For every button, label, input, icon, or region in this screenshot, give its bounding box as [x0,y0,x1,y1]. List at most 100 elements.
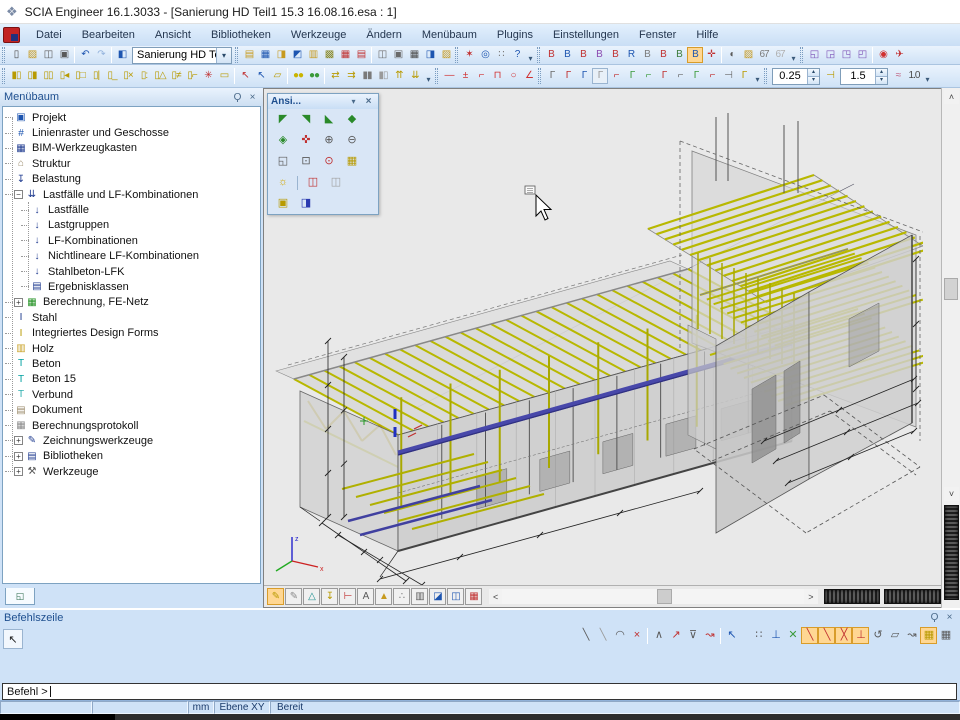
menu-item-men-baum[interactable]: Menübaum [412,26,487,44]
fast-drawing-icon[interactable]: ◪ [429,588,446,605]
close-icon[interactable]: × [362,95,375,108]
save-all-icon[interactable]: ◫ [40,47,56,63]
paste-all-icon[interactable]: ◰ [854,47,870,63]
zoom-all-icon[interactable]: ⊡ [294,152,317,171]
project-settings-icon[interactable]: ▤ [241,47,257,63]
tree-item-ergebnisklassen[interactable]: ▤Ergebnisklassen [5,279,260,294]
tree-item-berechnung-fe-netz[interactable]: +▦Berechnung, FE-Netz [5,295,260,310]
cross-link-icon[interactable]: ▯≠ [168,68,184,84]
ucs-icon[interactable]: ▣ [271,194,294,213]
tree-item-stahl[interactable]: IStahl [5,310,260,325]
status-unit[interactable]: mm [188,701,214,714]
tree-item-projekt[interactable]: ▣Projekt [5,110,260,125]
tree-item-beton[interactable]: TBeton [5,356,260,371]
spin-up-icon[interactable]: ▴ [808,69,819,76]
clipboard-icon[interactable]: ▥ [305,47,321,63]
zoom-out-icon[interactable]: ⊖ [340,131,363,150]
show-model-data-icon[interactable]: ▥ [411,588,428,605]
viewport[interactable]: zx Ansi... ▾ × ◤◥◣◆◈✜⊕⊖◱⊡⊙▦☼◫◫▣◨ ✎✎△↧⊢A▲… [263,88,941,608]
center-icon[interactable]: ✛ [703,47,719,63]
select-cursor-icon[interactable]: ↖ [253,68,269,84]
lower-icon[interactable]: ⇊ [407,68,423,84]
internal-node-icon[interactable]: ✳ [200,68,216,84]
xml-exchange-icon[interactable]: ◨ [273,47,289,63]
tree-item-belastung[interactable]: ↧Belastung [5,172,260,187]
zoom-selection-icon[interactable]: ⊙ [317,152,340,171]
snap-line-icon[interactable]: ╲ [577,627,594,644]
frame-8-icon[interactable]: Γ [656,68,672,84]
column-icon[interactable]: ▯▮ [24,68,40,84]
undo-icon[interactable]: ↶ [77,47,93,63]
snap-tangent-icon[interactable]: ↗ [667,627,684,644]
connect-members-icon[interactable]: ▯× [120,68,136,84]
rotate-wheel-vertical[interactable] [944,505,959,600]
toolbar-grip[interactable] [800,47,803,63]
tree-item-berechnungsprotokoll[interactable]: ▦Berechnungsprotokoll [5,418,260,433]
pointer-mode-button[interactable]: ↖ [3,629,23,649]
snap-orthopoint-icon[interactable]: ⊥ [852,627,869,644]
vertical-scrollbar-thumb[interactable] [944,278,958,300]
hinge-icon[interactable]: ▯: [136,68,152,84]
results-grid-icon[interactable]: ▦ [337,47,353,63]
scroll-up-icon[interactable]: ˄ [944,90,959,104]
activity-clipping-icon[interactable]: B [639,47,655,63]
rib-icon[interactable]: ▯_ [104,68,120,84]
toolbar-grip[interactable] [2,47,5,63]
redo-icon[interactable]: ↷ [93,47,109,63]
fly-mode-icon[interactable]: ✈ [891,47,907,63]
layer-67-icon[interactable]: 67 [756,47,772,63]
tree-item-zeichnungswerkzeuge[interactable]: +✎Zeichnungswerkzeuge [5,433,260,448]
frame-9-icon[interactable]: ⌐ [672,68,688,84]
zoom-wheel-horizontal[interactable] [884,589,941,604]
opening-icon[interactable]: ▯□ [72,68,88,84]
gap-icon[interactable]: ▯⌐ [184,68,200,84]
mesh-icon[interactable]: ▩ [321,47,337,63]
open-file-icon[interactable]: ▨ [24,47,40,63]
frame-10-icon[interactable]: Γ [688,68,704,84]
print-data-icon[interactable]: ▦ [465,588,482,605]
zoom-in-icon[interactable]: ⊕ [317,131,340,150]
camera-icon[interactable]: ◫ [301,173,324,192]
copy-node-icon[interactable]: ⇉ [343,68,359,84]
spinner-arrows[interactable]: ▴▾ [875,69,887,84]
clipping-box-icon[interactable]: ▦ [340,152,363,171]
pin-icon[interactable]: Ϙ [928,611,941,624]
activity-add-icon[interactable]: B [575,47,591,63]
tree-expander-icon[interactable]: + [14,452,23,461]
palette-header[interactable]: Ansi... ▾ × [268,94,378,109]
snap-ortho-icon[interactable]: ⊥ [767,627,784,644]
tree-item-struktur[interactable]: ⌂Struktur [5,156,260,171]
panel-tab-button[interactable]: ◱ [5,588,35,605]
zoom-window-icon[interactable]: ◱ [271,152,294,171]
activity-restore-icon[interactable]: B [671,47,687,63]
section-icon[interactable]: ▯| [88,68,104,84]
menu-item-ansicht[interactable]: Ansicht [145,26,201,44]
rect-tool-icon[interactable]: ⊓ [489,68,505,84]
results-grid2-icon[interactable]: ▤ [353,47,369,63]
haunch-icon[interactable]: ▯◂ [56,68,72,84]
menu-item-werkzeuge[interactable]: Werkzeuge [281,26,356,44]
tree-item-nichtlineare-lf-kombinationen[interactable]: ↓Nichtlineare LF-Kombinationen [5,249,260,264]
view-settings-icon[interactable]: ◨ [294,194,317,213]
activity-off-icon[interactable]: B [655,47,671,63]
status-plane[interactable]: Ebene XY [214,701,270,714]
select-lasso-icon[interactable]: ↖ [237,68,253,84]
tree-expander-icon[interactable]: + [14,467,23,476]
frame-7-icon[interactable]: ⌐ [640,68,656,84]
toolbar-overflow-chevron[interactable]: ▾ [525,47,536,63]
half-layers-icon[interactable]: ◐ [724,47,740,63]
toolbar-grip[interactable] [435,68,438,84]
tree-item-verbund[interactable]: TVerbund [5,387,260,402]
toolbar-grip[interactable] [455,47,458,63]
tree-item-bibliotheken[interactable]: +▤Bibliotheken [5,449,260,464]
show-supports-icon[interactable]: △ [303,588,320,605]
menu-item-fenster[interactable]: Fenster [629,26,686,44]
show-loads-icon[interactable]: ↧ [321,588,338,605]
engineering-report-icon[interactable]: ◨ [422,47,438,63]
show-load-labels-icon[interactable]: ⊢ [339,588,356,605]
member-local-icon[interactable]: ▯▯ [40,68,56,84]
layer-67-off-icon[interactable]: 67 [772,47,788,63]
camera-off-icon[interactable]: ◫ [324,173,347,192]
pin-icon[interactable]: Ϙ [231,91,244,104]
snap-grid-icon[interactable]: ∷ [750,627,767,644]
